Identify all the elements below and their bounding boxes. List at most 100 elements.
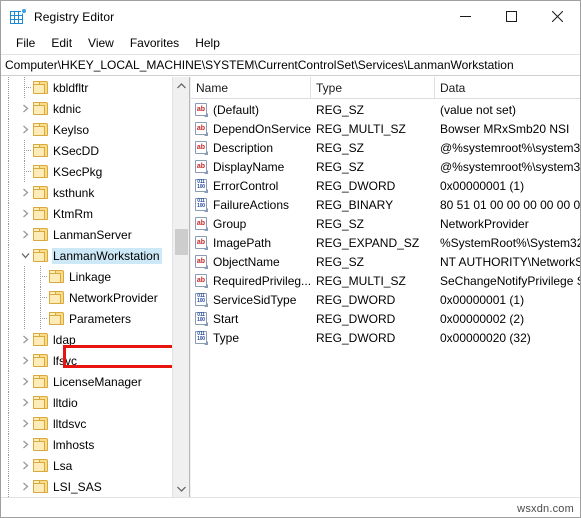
value-type-cell: REG_DWORD <box>316 292 396 307</box>
tree-scroll-thumb[interactable] <box>175 229 188 255</box>
tree-item-lanmanworkstation[interactable]: LanmanWorkstation <box>1 245 173 266</box>
value-row[interactable]: ab (Default) REG_SZ (value not set) <box>191 100 580 119</box>
tree-item-ksecpkg[interactable]: KSecPkg <box>1 161 173 182</box>
chevron-right-icon[interactable] <box>17 392 33 413</box>
tree-item-label: kdnic <box>53 101 82 116</box>
tree-vertical-scrollbar[interactable] <box>172 77 189 497</box>
value-name-cell: ab ImagePath <box>195 233 311 252</box>
value-row[interactable]: 011 100 Start REG_DWORD 0x00000002 (2) <box>191 309 580 328</box>
content-panes: kbldfltr kdnic Keylso KSecDD KSecPkg ksthunk K… <box>1 77 580 517</box>
maximize-icon[interactable] <box>488 1 534 32</box>
value-row[interactable]: 011 100 FailureActions REG_BINARY 80 51 01 0… <box>191 195 580 214</box>
value-type-cell: REG_SZ <box>316 254 365 269</box>
tree-item-networkprovider[interactable]: NetworkProvider <box>1 287 173 308</box>
value-row[interactable]: ab RequiredPrivileg... REG_MULTI_SZ SeChang… <box>191 271 580 290</box>
folder-icon <box>33 81 48 94</box>
tree-item-label: Parameters <box>69 311 132 326</box>
tree-item-lltdio[interactable]: lltdio <box>1 392 173 413</box>
chevron-down-icon[interactable] <box>17 245 33 266</box>
chevron-right-icon[interactable] <box>17 182 33 203</box>
tree-item-linkage[interactable]: Linkage <box>1 266 173 287</box>
tree-item-lanmanserver[interactable]: LanmanServer <box>1 224 173 245</box>
tree-item-licensemanager[interactable]: LicenseManager <box>1 371 173 392</box>
value-row[interactable]: ab DisplayName REG_SZ @%systemroot%\system3… <box>191 157 580 176</box>
chevron-right-icon[interactable] <box>17 119 33 140</box>
chevron-right-icon[interactable] <box>17 455 33 476</box>
value-type-cell: REG_DWORD <box>316 330 396 345</box>
tree-guide-line <box>17 308 33 329</box>
chevron-right-icon[interactable] <box>17 434 33 455</box>
close-icon[interactable] <box>534 1 580 32</box>
value-row[interactable]: 011 100 ServiceSidType REG_DWORD 0x00000001 … <box>191 290 580 309</box>
tree-item-ktmrm[interactable]: KtmRm <box>1 203 173 224</box>
column-header-data: Data <box>435 77 580 99</box>
tree-item-lltdsvc[interactable]: lltdsvc <box>1 413 173 434</box>
menu-item-favorites[interactable]: Favorites <box>122 34 187 52</box>
tree-item-kbldfltr[interactable]: kbldfltr <box>1 77 173 98</box>
value-data-cell: %SystemRoot%\System32\ <box>440 235 580 250</box>
folder-icon <box>33 249 48 262</box>
chevron-right-icon[interactable] <box>17 98 33 119</box>
tree-item-label: LicenseManager <box>53 374 142 389</box>
tree-item-ldap[interactable]: ldap <box>1 329 173 350</box>
value-row[interactable]: ab ImagePath REG_EXPAND_SZ %SystemRoot%\Sys… <box>191 233 580 252</box>
chevron-right-icon[interactable] <box>17 350 33 371</box>
tree-item-label: Linkage <box>69 269 112 284</box>
tree-guide-elbow <box>33 266 49 287</box>
chevron-right-icon[interactable] <box>17 476 33 497</box>
tree-item-lsi-sas[interactable]: LSI_SAS <box>1 476 173 497</box>
tree-item-kdnic[interactable]: kdnic <box>1 98 173 119</box>
value-name-label: Group <box>213 216 247 231</box>
value-row[interactable]: ab DependOnService REG_MULTI_SZ Bowser MRxS… <box>191 119 580 138</box>
chevron-right-icon[interactable] <box>17 329 33 350</box>
tree-item-lfsvc[interactable]: lfsvc <box>1 350 173 371</box>
window-controls <box>442 1 580 32</box>
scroll-up-icon[interactable] <box>173 77 189 94</box>
tree-item-label: lltdio <box>53 395 78 410</box>
tree-item-parameters[interactable]: Parameters <box>1 308 173 329</box>
menu-item-file[interactable]: File <box>8 34 43 52</box>
tree-guide-line <box>1 245 17 266</box>
tree-item-lsa[interactable]: Lsa <box>1 455 173 476</box>
value-data-cell: (value not set) <box>440 102 517 117</box>
registry-values-pane: Name Type Data ab (Default) REG_SZ (value n… <box>191 77 580 517</box>
value-name-cell: ab DependOnService <box>195 119 311 138</box>
chevron-right-icon[interactable] <box>17 224 33 245</box>
value-name-cell: ab RequiredPrivileg... <box>195 271 311 290</box>
value-row[interactable]: ab ObjectName REG_SZ NT AUTHORITY\NetworkSe <box>191 252 580 271</box>
value-name-label: ErrorControl <box>213 178 279 193</box>
registry-editor-icon <box>10 7 27 25</box>
folder-icon <box>33 459 48 472</box>
scroll-down-icon[interactable] <box>173 480 189 497</box>
registry-values-list: ab (Default) REG_SZ (value not set) ab Depend… <box>191 100 580 495</box>
tree-guide-line <box>1 476 17 497</box>
value-type-cell: REG_BINARY <box>316 197 394 212</box>
menu-item-help[interactable]: Help <box>187 34 228 52</box>
chevron-right-icon[interactable] <box>17 371 33 392</box>
value-name-label: FailureActions <box>213 197 290 212</box>
value-name-label: (Default) <box>213 102 260 117</box>
tree-item-keylso[interactable]: Keylso <box>1 119 173 140</box>
tree-guide-elbow <box>17 161 33 182</box>
tree-item-ksthunk[interactable]: ksthunk <box>1 182 173 203</box>
menu-item-view[interactable]: View <box>80 34 122 52</box>
chevron-right-icon[interactable] <box>17 413 33 434</box>
minimize-icon[interactable] <box>442 1 488 32</box>
chevron-right-icon[interactable] <box>17 203 33 224</box>
value-row[interactable]: ab Group REG_SZ NetworkProvider <box>191 214 580 233</box>
tree-item-lmhosts[interactable]: lmhosts <box>1 434 173 455</box>
folder-icon <box>33 165 48 178</box>
menu-item-edit[interactable]: Edit <box>43 34 80 52</box>
value-row[interactable]: 011 100 ErrorControl REG_DWORD 0x00000001 (1… <box>191 176 580 195</box>
value-row[interactable]: 011 100 Type REG_DWORD 0x00000020 (32) <box>191 328 580 347</box>
folder-icon <box>49 270 64 283</box>
value-type-cell: REG_DWORD <box>316 311 396 326</box>
tree-item-ksecdd[interactable]: KSecDD <box>1 140 173 161</box>
value-row[interactable]: ab Description REG_SZ @%systemroot%\system3… <box>191 138 580 157</box>
tree-guide-line <box>1 392 17 413</box>
tree-item-label: LanmanWorkstation <box>52 247 162 264</box>
tree-item-label: Lsa <box>53 458 73 473</box>
address-bar[interactable]: Computer\HKEY_LOCAL_MACHINE\SYSTEM\Curre… <box>1 54 580 76</box>
tree-guide-line <box>1 203 17 224</box>
column-header-type-label: Type <box>316 81 343 95</box>
